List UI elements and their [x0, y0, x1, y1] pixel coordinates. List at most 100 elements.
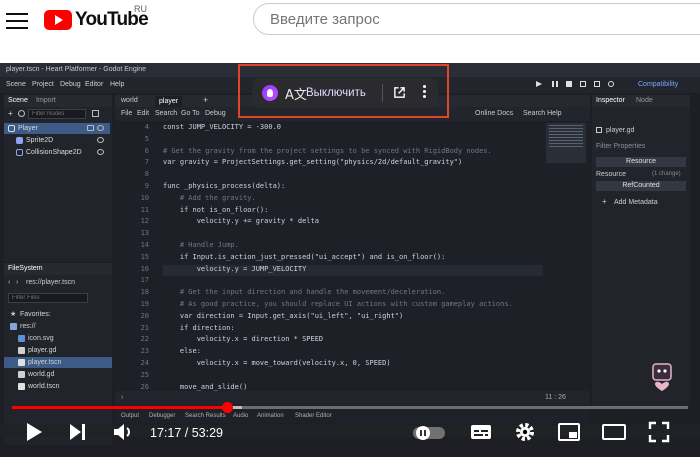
turn-off-translation-button[interactable]: Выключить	[306, 78, 366, 108]
filesystem-tabs: FileSystem	[4, 263, 112, 275]
next-icon[interactable]	[68, 421, 88, 443]
video-player[interactable]: player.tscn - Heart Platformer - Godot E…	[0, 63, 700, 457]
youtube-header: YouTube RU	[0, 0, 700, 40]
tree-node-label: Player	[18, 125, 38, 132]
visibility-icon	[97, 125, 104, 131]
line-number: 9	[144, 182, 149, 190]
editor-menu-edit: Edit	[137, 110, 150, 117]
play-icon[interactable]	[24, 421, 44, 443]
player-controls: 17:17 / 53:29	[0, 413, 700, 453]
tab-player: player	[155, 96, 183, 107]
progress-bar[interactable]	[12, 402, 688, 413]
renderer-label: Compatibility	[638, 81, 679, 88]
scene-run-icon	[580, 81, 586, 87]
menu-debug: Debug	[60, 81, 81, 88]
menu-editor: Editor	[85, 81, 104, 88]
alice-assistant-icon[interactable]	[262, 85, 278, 101]
code-line: # Get the gravity from the project setti…	[163, 146, 492, 155]
tree-node-label: Sprite2D	[26, 137, 54, 144]
theater-mode-icon[interactable]	[602, 421, 626, 443]
line-number: 13	[140, 229, 149, 238]
menu-project: Project	[32, 81, 54, 88]
code-line: velocity.y += gravity * delta	[163, 217, 319, 226]
settings-gear-icon[interactable]	[514, 421, 536, 443]
custom-run-icon	[594, 81, 600, 87]
pause-icon	[552, 81, 558, 87]
code-line: move_and_slide()	[163, 382, 248, 391]
run-icon	[536, 81, 542, 87]
stop-icon	[566, 81, 572, 87]
filesystem-path: ‹ › res://player.tscn	[4, 277, 112, 289]
line-number-gutter: 4 5 6 7 8 9 10 11 12 13 14 15 16 17 18 19 20 21 22 23 24 25 26…	[115, 123, 157, 405]
menu-icon[interactable]	[6, 10, 28, 29]
code-line: velocity.x = direction * SPEED	[163, 335, 324, 344]
code-line: if Input.is_action_just_pressed("ui_acce…	[163, 252, 446, 261]
new-tab-icon: +	[203, 95, 209, 105]
search-help-link: Search Help	[523, 110, 562, 117]
translate-popup-highlight: A文 Выключить	[238, 64, 449, 118]
script-file-icon	[18, 371, 25, 378]
youtube-play-icon	[44, 10, 72, 30]
line-number: 5	[144, 134, 149, 143]
scrubber-handle[interactable]	[221, 402, 233, 413]
miniplayer-icon[interactable]	[558, 421, 580, 443]
resource-button: Resource	[596, 157, 686, 167]
line-number: 18	[140, 288, 149, 297]
open-external-icon[interactable]	[393, 86, 406, 99]
volume-icon[interactable]	[112, 421, 136, 443]
line-number: 24	[140, 359, 149, 367]
code-line: # As good practice, you should replace U…	[163, 300, 513, 308]
movie-icon	[608, 81, 614, 87]
editor-menu-debug: Debug	[205, 110, 226, 117]
fs-item-icon-svg: icon.svg	[4, 333, 112, 344]
add-metadata-row: + Add Metadata	[592, 197, 690, 208]
fs-item-label: player.tscn	[28, 359, 62, 366]
script-icon	[92, 110, 99, 117]
code-line: var gravity = ProjectSettings.get_settin…	[163, 158, 463, 167]
add-icon: +	[602, 197, 607, 206]
popup-divider	[382, 84, 383, 102]
inspector-file-row: player.gd	[592, 125, 690, 136]
code-line: # Handle Jump.	[163, 241, 239, 249]
youtube-logo[interactable]: YouTube	[44, 9, 149, 31]
code-line: if not is_on_floor():	[163, 205, 269, 214]
tab-node: Node	[636, 97, 653, 104]
search-input[interactable]	[253, 3, 700, 35]
scene-toolbar: +	[4, 107, 112, 121]
fs-item-favorites: ★ Favorites:	[4, 309, 112, 320]
line-number: 20	[140, 311, 149, 320]
line-number: 4	[144, 123, 149, 131]
inspector-file-label: player.gd	[606, 127, 635, 134]
code-line: velocity.x = move_toward(velocity.x, 0, …	[163, 359, 391, 367]
line-number: 16	[140, 264, 149, 273]
fullscreen-icon[interactable]	[648, 421, 670, 443]
fs-item-label: world.tscn	[28, 383, 60, 390]
fs-item-res: res://	[4, 321, 112, 332]
region-label: RU	[134, 4, 147, 14]
subtitles-icon[interactable]	[470, 421, 492, 443]
fs-item-label: res://	[20, 323, 36, 330]
line-number: 11	[140, 205, 149, 214]
resource-row: Resource (1 change)	[592, 169, 690, 180]
filter-properties-input: Filter Properties	[596, 143, 646, 150]
script-file-icon	[18, 347, 25, 354]
tree-node-player: Player	[4, 123, 110, 134]
heart-character-icon	[652, 363, 672, 391]
line-number: 14	[140, 241, 149, 249]
more-options-icon[interactable]	[422, 85, 427, 101]
visibility-icon	[97, 137, 104, 143]
toggle-panel-icon: ›	[121, 394, 124, 401]
played-bar	[12, 406, 227, 409]
tab-import: Import	[36, 97, 56, 104]
visibility-icon	[97, 149, 104, 155]
fs-item-label: player.gd	[28, 347, 57, 354]
fs-item-label: icon.svg	[28, 335, 54, 342]
autoplay-toggle-icon[interactable]	[412, 425, 446, 441]
filesystem-filter-bar	[4, 291, 112, 305]
editor-menu-goto: Go To	[181, 110, 200, 117]
line-number: 8	[144, 170, 149, 179]
code-line: var direction = Input.get_axis("ui_left"…	[163, 311, 404, 320]
line-number: 25	[140, 370, 149, 379]
refcounted-button: RefCounted	[596, 181, 686, 191]
sprite-icon	[16, 137, 23, 144]
